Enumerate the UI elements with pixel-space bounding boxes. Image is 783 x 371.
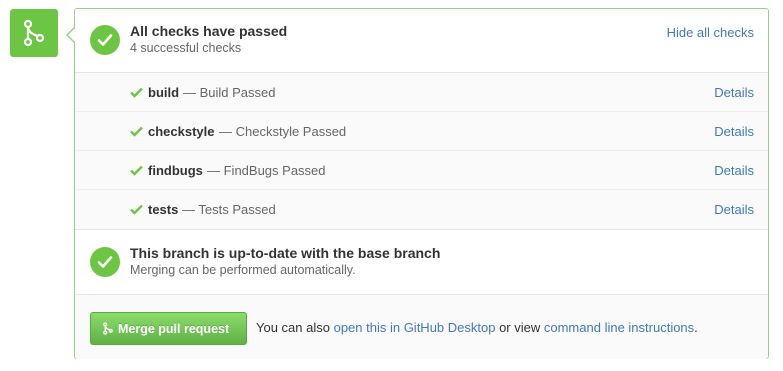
success-check-icon (90, 247, 120, 277)
check-name: checkstyle (148, 124, 215, 139)
details-link-findbugs[interactable]: Details (714, 163, 754, 178)
branch-status: This branch is up-to-date with the base … (75, 230, 768, 295)
check-description: — Tests Passed (182, 202, 276, 217)
check-description: — Build Passed (183, 85, 276, 100)
check-name: findbugs (148, 163, 203, 178)
check-description: — Checkstyle Passed (219, 124, 347, 139)
check-icon (130, 203, 143, 218)
hide-all-checks-link[interactable]: Hide all checks (667, 25, 754, 40)
checks-summary-title: All checks have passed (130, 23, 288, 39)
merge-actions: Merge pull request You can also open thi… (75, 295, 768, 359)
details-link-build[interactable]: Details (714, 85, 754, 100)
merge-button-label: Merge pull request (118, 321, 230, 336)
check-row-tests: tests — Tests Passed Details (75, 190, 768, 229)
command-line-instructions-link[interactable]: command line instructions (544, 320, 694, 335)
git-merge-icon (10, 9, 58, 57)
check-row-checkstyle: checkstyle — Checkstyle Passed Details (75, 112, 768, 151)
branch-status-subtitle: Merging can be performed automatically. (130, 263, 356, 277)
checks-list: build — Build Passed Details checkstyle … (75, 73, 768, 230)
checks-summary: All checks have passed 4 successful chec… (75, 9, 768, 73)
merge-alternatives-text: You can also open this in GitHub Desktop… (256, 320, 698, 335)
check-row-findbugs: findbugs — FindBugs Passed Details (75, 151, 768, 190)
branch-status-title: This branch is up-to-date with the base … (130, 245, 441, 261)
check-name: build (148, 85, 180, 100)
check-row-build: build — Build Passed Details (75, 73, 768, 112)
check-description: — FindBugs Passed (207, 163, 326, 178)
details-link-checkstyle[interactable]: Details (714, 124, 754, 139)
check-icon (130, 86, 143, 101)
checks-summary-subtitle: 4 successful checks (130, 41, 242, 55)
git-merge-icon (103, 322, 113, 335)
check-icon (130, 125, 143, 140)
check-icon (130, 164, 143, 179)
merge-pull-request-button[interactable]: Merge pull request (90, 312, 247, 345)
success-check-icon (90, 25, 120, 55)
merge-status-panel: All checks have passed 4 successful chec… (66, 8, 769, 359)
details-link-tests[interactable]: Details (714, 202, 754, 217)
open-in-desktop-link[interactable]: open this in GitHub Desktop (334, 320, 496, 335)
check-name: tests (148, 202, 179, 217)
